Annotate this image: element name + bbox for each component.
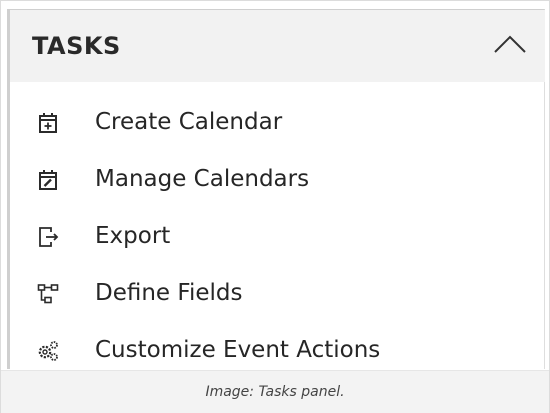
image-caption: Image: Tasks panel.	[205, 384, 345, 400]
task-label: Create Calendar	[95, 109, 283, 135]
task-label: Export	[95, 223, 171, 249]
tasks-panel: TASKS Create Calendar Manage Calendars E…	[7, 9, 545, 369]
task-manage-calendars[interactable]: Manage Calendars	[10, 159, 545, 199]
figure-frame: TASKS Create Calendar Manage Calendars E…	[0, 0, 550, 413]
caption-bar: Image: Tasks panel.	[1, 370, 549, 413]
collapse-button[interactable]	[490, 28, 530, 60]
calendar-edit-icon	[37, 169, 59, 191]
task-define-fields[interactable]: Define Fields	[10, 273, 545, 313]
task-customize-event-actions[interactable]: Customize Event Actions	[10, 330, 545, 370]
chevron-up-icon	[494, 35, 526, 53]
task-label: Manage Calendars	[95, 166, 310, 192]
task-export[interactable]: Export	[10, 216, 545, 256]
calendar-add-icon	[37, 112, 59, 134]
export-icon	[37, 226, 59, 248]
task-label: Define Fields	[95, 280, 243, 306]
task-create-calendar[interactable]: Create Calendar	[10, 102, 545, 142]
panel-title: TASKS	[32, 32, 121, 60]
panel-header: TASKS	[10, 10, 545, 82]
hierarchy-icon	[37, 283, 59, 305]
task-label: Customize Event Actions	[95, 337, 381, 363]
gears-icon	[37, 340, 59, 362]
